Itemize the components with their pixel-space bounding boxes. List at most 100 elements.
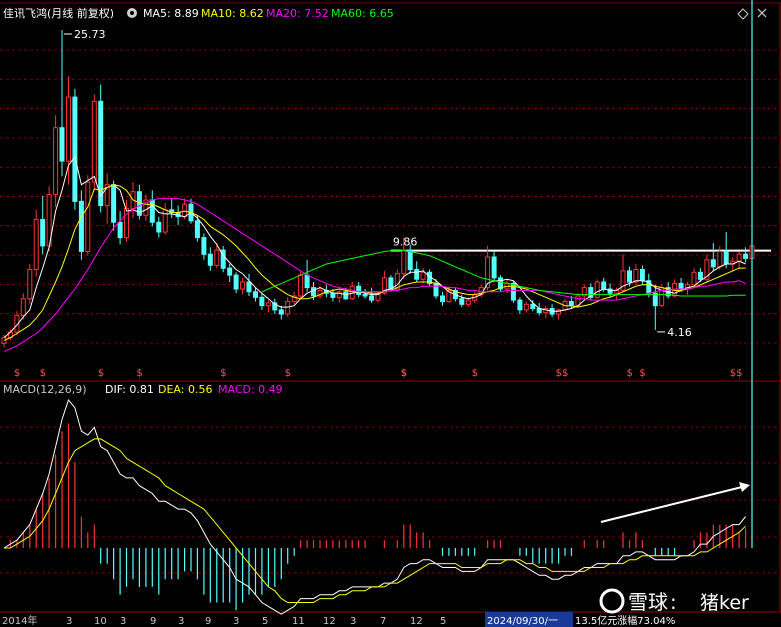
- candle[interactable]: [336, 290, 342, 303]
- candle-body: [459, 298, 465, 305]
- month-tick: 12: [323, 616, 336, 627]
- candle[interactable]: [117, 211, 123, 245]
- dividend-marker: $: [220, 368, 226, 379]
- candle[interactable]: [220, 245, 226, 273]
- candle[interactable]: [672, 279, 678, 298]
- candle-body: [156, 221, 162, 233]
- dividend-marker: $: [736, 368, 742, 379]
- candle-body: [343, 291, 349, 300]
- month-tick: 10: [94, 616, 107, 627]
- month-tick: 9: [150, 616, 156, 627]
- candle[interactable]: [53, 115, 59, 207]
- candle-body: [91, 100, 97, 183]
- candle-body: [53, 127, 59, 195]
- candle[interactable]: [33, 209, 39, 277]
- candle[interactable]: [407, 244, 413, 274]
- candle-body: [465, 299, 471, 305]
- candle-body: [601, 281, 607, 290]
- candle[interactable]: [588, 283, 594, 301]
- candle-body: [253, 291, 258, 298]
- chart-canvas[interactable]: $ $ $ $ $ $ $$ $ $ $ $ $ $ $ 25.73 4.16 9.86 佳讯飞鸿(月线 前复…: [0, 0, 781, 627]
- candle[interactable]: [40, 195, 46, 255]
- dividend-marker: $: [136, 368, 142, 379]
- ma60-label: MA60: 6.65: [331, 7, 394, 20]
- candle-body: [33, 219, 39, 270]
- kline-chart[interactable]: $ $ $ $ $ $ $ $ $ $ $ $ $ $ $ 25.73 4.16 9.86 佳讯飞鸿(月线 前复…: [0, 0, 781, 627]
- trend-arrow-head: [739, 482, 750, 492]
- candle[interactable]: [369, 287, 375, 303]
- candle[interactable]: [581, 284, 587, 299]
- min-label: 4.16: [667, 326, 692, 339]
- candle-body: [149, 199, 155, 223]
- dividend-marker: $: [472, 368, 478, 379]
- month-tick: 7: [380, 616, 386, 627]
- candle[interactable]: [440, 291, 445, 306]
- close-icon[interactable]: [757, 8, 767, 18]
- candle[interactable]: [111, 180, 117, 231]
- candle-body: [59, 127, 65, 162]
- candle[interactable]: [265, 300, 271, 313]
- candle[interactable]: [169, 198, 175, 219]
- candle[interactable]: [85, 175, 91, 256]
- month-tick: 3: [66, 616, 72, 627]
- dividend-marker: $: [98, 368, 104, 379]
- candle[interactable]: [556, 308, 562, 320]
- diamond-icon[interactable]: [737, 8, 749, 20]
- candle[interactable]: [743, 247, 749, 263]
- candle[interactable]: [156, 216, 162, 238]
- candle[interactable]: [72, 88, 78, 210]
- candle[interactable]: [278, 305, 284, 320]
- candle[interactable]: [66, 76, 71, 185]
- gear-icon-center: [130, 11, 134, 15]
- candle[interactable]: [259, 293, 265, 310]
- candle[interactable]: [143, 194, 149, 221]
- candle[interactable]: [246, 273, 252, 296]
- date-box: 2024/09/30/一: [487, 616, 558, 627]
- candle-body: [433, 282, 439, 297]
- candle-body: [362, 294, 368, 297]
- candle-body: [401, 249, 407, 275]
- candle-body: [369, 295, 375, 301]
- candle-body: [697, 271, 703, 280]
- candle[interactable]: [27, 264, 33, 305]
- candle[interactable]: [523, 301, 529, 313]
- ma5-label: MA5: 8.89: [143, 7, 199, 20]
- candle[interactable]: [162, 202, 168, 235]
- ma10-label: MA10: 8.62: [201, 7, 264, 20]
- candle[interactable]: [736, 251, 742, 270]
- candle[interactable]: [639, 265, 645, 285]
- watermark-user: 猪ker: [700, 592, 749, 614]
- dividend-marker: $: [562, 368, 568, 379]
- candle[interactable]: [240, 277, 246, 295]
- candle[interactable]: [201, 233, 207, 260]
- candle[interactable]: [207, 247, 213, 271]
- watermark-brand: 雪球: [628, 590, 668, 614]
- trend-arrow-icon: [600, 486, 743, 523]
- candle[interactable]: [59, 30, 65, 177]
- candle[interactable]: [149, 190, 155, 227]
- candle[interactable]: [253, 287, 258, 302]
- candle[interactable]: [517, 297, 523, 314]
- candle[interactable]: [543, 305, 549, 319]
- month-tick: 9: [205, 616, 211, 627]
- candle-body: [298, 274, 304, 297]
- candle[interactable]: [78, 190, 84, 260]
- candle-body: [201, 237, 207, 255]
- candle[interactable]: [594, 279, 600, 299]
- candle[interactable]: [272, 298, 278, 314]
- dividend-marker: $: [401, 368, 407, 379]
- candle-body: [40, 219, 46, 247]
- year-label: 2014年: [2, 614, 37, 627]
- candle[interactable]: [710, 243, 716, 271]
- ma20-label: MA20: 7.52: [266, 7, 329, 20]
- candle-body: [111, 184, 117, 223]
- candle-body: [517, 299, 523, 311]
- candle-body: [723, 251, 729, 265]
- candle[interactable]: [491, 251, 497, 283]
- candle[interactable]: [498, 275, 503, 292]
- candle-body: [420, 271, 426, 280]
- candles[interactable]: [1, 30, 755, 348]
- candle[interactable]: [227, 264, 233, 282]
- candle[interactable]: [104, 173, 110, 224]
- candle[interactable]: [233, 272, 239, 294]
